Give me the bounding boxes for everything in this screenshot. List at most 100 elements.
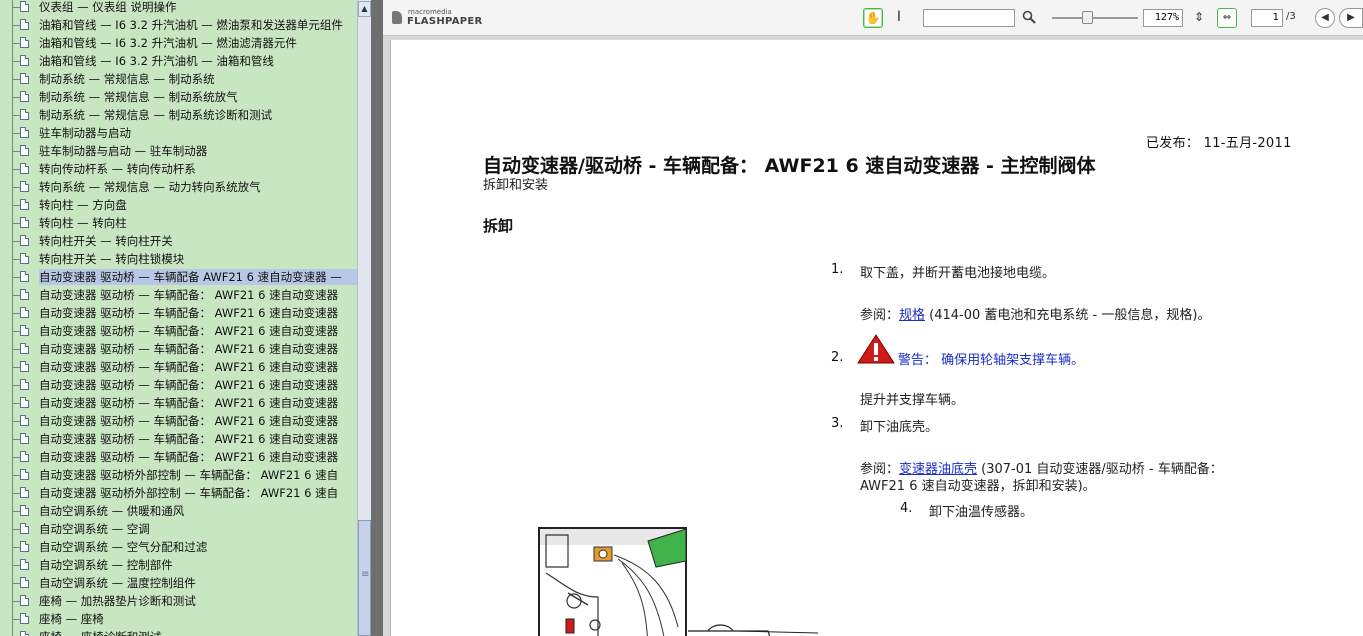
tree-item[interactable]: 自动空调系统 — 空气分配和过滤	[0, 538, 357, 556]
tree-item[interactable]: 自动变速器 驱动桥 — 车辆配备： AWF21 6 速自动变速器	[0, 340, 357, 358]
tree-item[interactable]: 自动空调系统 — 温度控制组件	[0, 574, 357, 592]
tree-item-label: 转向传动杆系 — 转向传动杆系	[39, 162, 196, 176]
tree-item[interactable]: 自动变速器 驱动桥 — 车辆配备： AWF21 6 速自动变速器	[0, 430, 357, 448]
document-icon	[20, 199, 29, 210]
zoom-slider-track[interactable]	[1052, 17, 1138, 19]
tree-item-label: 自动变速器 驱动桥 — 车辆配备： AWF21 6 速自动变速器	[39, 342, 339, 356]
tree-item-label: 自动变速器 驱动桥 — 车辆配备 AWF21 6 速自动变速器 —	[39, 269, 357, 285]
tree-item-label: 油箱和管线 — I6 3.2 升汽油机 — 燃油滤清器元件	[39, 36, 297, 50]
tree-item[interactable]: 驻车制动器与启动	[0, 124, 357, 142]
reference-link-specifications[interactable]: 规格	[899, 308, 925, 323]
tree-item[interactable]: 自动变速器 驱动桥 — 车辆配备： AWF21 6 速自动变速器	[0, 322, 357, 340]
fit-width-button[interactable]: ⇔	[1217, 8, 1237, 28]
tree-item-label: 制动系统 — 常规信息 — 制动系统	[39, 72, 215, 86]
tree-item[interactable]: 制动系统 — 常规信息 — 制动系统放气	[0, 88, 357, 106]
tree-item-label: 自动变速器 驱动桥 — 车辆配备： AWF21 6 速自动变速器	[39, 360, 339, 374]
document-icon	[20, 271, 29, 282]
tree-item[interactable]: 转向柱 — 转向柱	[0, 214, 357, 232]
tree-connector-branch	[12, 259, 20, 260]
tree-connector-branch	[12, 583, 20, 584]
tree-item[interactable]: 自动空调系统 — 空调	[0, 520, 357, 538]
zoom-level-field[interactable]: 127%	[1143, 9, 1183, 27]
tree-connector-branch	[12, 115, 20, 116]
document-icon	[20, 289, 29, 300]
tree-item[interactable]: 自动变速器 驱动桥外部控制 — 车辆配备： AWF21 6 速自	[0, 484, 357, 502]
tree-item[interactable]: 转向柱开关 — 转向柱锁模块	[0, 250, 357, 268]
tree-item-label: 油箱和管线 — I6 3.2 升汽油机 — 燃油泵和发送器单元组件	[39, 18, 343, 32]
search-button[interactable]	[1019, 8, 1039, 28]
next-page-button[interactable]: ▶	[1339, 8, 1363, 28]
warning-label: 警告：	[898, 353, 938, 368]
tree-item[interactable]: 驻车制动器与启动 — 驻车制动器	[0, 142, 357, 160]
flashpaper-logo-icon	[392, 11, 402, 24]
step-number: 2.	[831, 350, 844, 365]
document-icon	[20, 397, 29, 408]
tree-item-label: 转向柱开关 — 转向柱锁模块	[39, 252, 185, 266]
reference-suffix: (414-00 蓄电池和充电系统 - 一般信息，规格)。	[925, 308, 1211, 323]
document-icon	[20, 451, 29, 462]
document-icon	[20, 91, 29, 102]
document-icon	[20, 433, 29, 444]
transmission-illustration	[538, 527, 819, 636]
step-number: 1.	[831, 262, 844, 277]
panel-splitter[interactable]	[371, 0, 383, 636]
tree-item[interactable]: 座椅 — 加热器垫片诊断和测试	[0, 592, 357, 610]
tree-item[interactable]: 油箱和管线 — I6 3.2 升汽油机 — 燃油滤清器元件	[0, 34, 357, 52]
tree-item[interactable]: 自动变速器 驱动桥 — 车辆配备： AWF21 6 速自动变速器	[0, 376, 357, 394]
reference-prefix: 参阅：	[860, 308, 900, 323]
tree-connector-branch	[12, 349, 20, 350]
tree-item[interactable]: 自动变速器 驱动桥 — 车辆配备： AWF21 6 速自动变速器	[0, 286, 357, 304]
tree-item[interactable]: 自动变速器 驱动桥 — 车辆配备： AWF21 6 速自动变速器	[0, 304, 357, 322]
scroll-up-arrow-icon[interactable]: ▲	[358, 1, 371, 17]
tree-item[interactable]: 转向系统 — 常规信息 — 动力转向系统放气	[0, 178, 357, 196]
tree-item-label: 转向柱 — 方向盘	[39, 198, 127, 212]
tree-item[interactable]: 转向柱 — 方向盘	[0, 196, 357, 214]
tree-list: 仪表组 — 仪表组 说明操作油箱和管线 — I6 3.2 升汽油机 — 燃油泵和…	[0, 0, 357, 636]
tree-item[interactable]: 自动空调系统 — 控制部件	[0, 556, 357, 574]
tree-connector-branch	[12, 241, 20, 242]
tree-item[interactable]: 制动系统 — 常规信息 — 制动系统诊断和测试	[0, 106, 357, 124]
tree-item[interactable]: 自动变速器 驱动桥 — 车辆配备： AWF21 6 速自动变速器	[0, 448, 357, 466]
tree-item[interactable]: 自动空调系统 — 供暖和通风	[0, 502, 357, 520]
tree-item-label: 驻车制动器与启动	[39, 126, 131, 140]
tree-item[interactable]: 自动变速器 驱动桥 — 车辆配备： AWF21 6 速自动变速器	[0, 358, 357, 376]
search-input[interactable]	[923, 9, 1015, 27]
scrollbar-thumb[interactable]	[358, 520, 371, 636]
zoom-slider-thumb[interactable]	[1082, 11, 1093, 24]
tree-item[interactable]: 转向传动杆系 — 转向传动杆系	[0, 160, 357, 178]
tree-item[interactable]: 制动系统 — 常规信息 — 制动系统	[0, 70, 357, 88]
logo-product-text: FLASHPAPER	[407, 16, 483, 27]
tree-item-label: 自动变速器 驱动桥外部控制 — 车辆配备： AWF21 6 速自	[39, 468, 339, 482]
document-page: 已发布： 11-五月-2011 自动变速器/驱动桥 - 车辆配备： AWF21 …	[390, 40, 1363, 636]
tree-item[interactable]: 自动变速器 驱动桥 — 车辆配备 AWF21 6 速自动变速器 —	[0, 268, 357, 286]
tree-item[interactable]: 自动变速器 驱动桥外部控制 — 车辆配备： AWF21 6 速自	[0, 466, 357, 484]
tree-item-label: 自动变速器 驱动桥外部控制 — 车辆配备： AWF21 6 速自	[39, 486, 339, 500]
fit-page-button[interactable]: ⇕	[1189, 8, 1209, 28]
document-icon	[20, 55, 29, 66]
hand-tool-button[interactable]: ✋	[863, 8, 883, 28]
tree-item-label: 转向柱开关 — 转向柱开关	[39, 234, 173, 248]
tree-scrollbar[interactable]: ▲	[357, 0, 371, 636]
tree-connector-branch	[12, 385, 20, 386]
tree-item[interactable]: 油箱和管线 — I6 3.2 升汽油机 — 燃油泵和发送器单元组件	[0, 16, 357, 34]
tree-item[interactable]: 仪表组 — 仪表组 说明操作	[0, 0, 357, 16]
document-icon	[20, 343, 29, 354]
tree-connector-branch	[12, 493, 20, 494]
tree-item-label: 自动变速器 驱动桥 — 车辆配备： AWF21 6 速自动变速器	[39, 450, 339, 464]
page-number-field[interactable]: 1	[1251, 9, 1283, 27]
tree-item[interactable]: 转向柱开关 — 转向柱开关	[0, 232, 357, 250]
arrow-right-icon: ▶	[1347, 12, 1355, 23]
tree-connector-branch	[12, 439, 20, 440]
tree-item[interactable]: 座椅 — 座椅诊断和测试	[0, 628, 357, 636]
previous-page-button[interactable]: ◀	[1315, 8, 1335, 28]
warning-text: 确保用轮轴架支撑车辆。	[937, 353, 1085, 368]
tree-item[interactable]: 自动变速器 驱动桥 — 车辆配备： AWF21 6 速自动变速器	[0, 412, 357, 430]
text-select-button[interactable]: Ⅰ	[889, 8, 909, 28]
tree-item[interactable]: 座椅 — 座椅	[0, 610, 357, 628]
tree-connector-branch	[12, 457, 20, 458]
tree-item[interactable]: 自动变速器 驱动桥 — 车辆配备： AWF21 6 速自动变速器	[0, 394, 357, 412]
tree-connector-branch	[12, 79, 20, 80]
tree-item[interactable]: 油箱和管线 — I6 3.2 升汽油机 — 油箱和管线	[0, 52, 357, 70]
document-icon	[20, 631, 29, 636]
tree-connector-branch	[12, 403, 20, 404]
